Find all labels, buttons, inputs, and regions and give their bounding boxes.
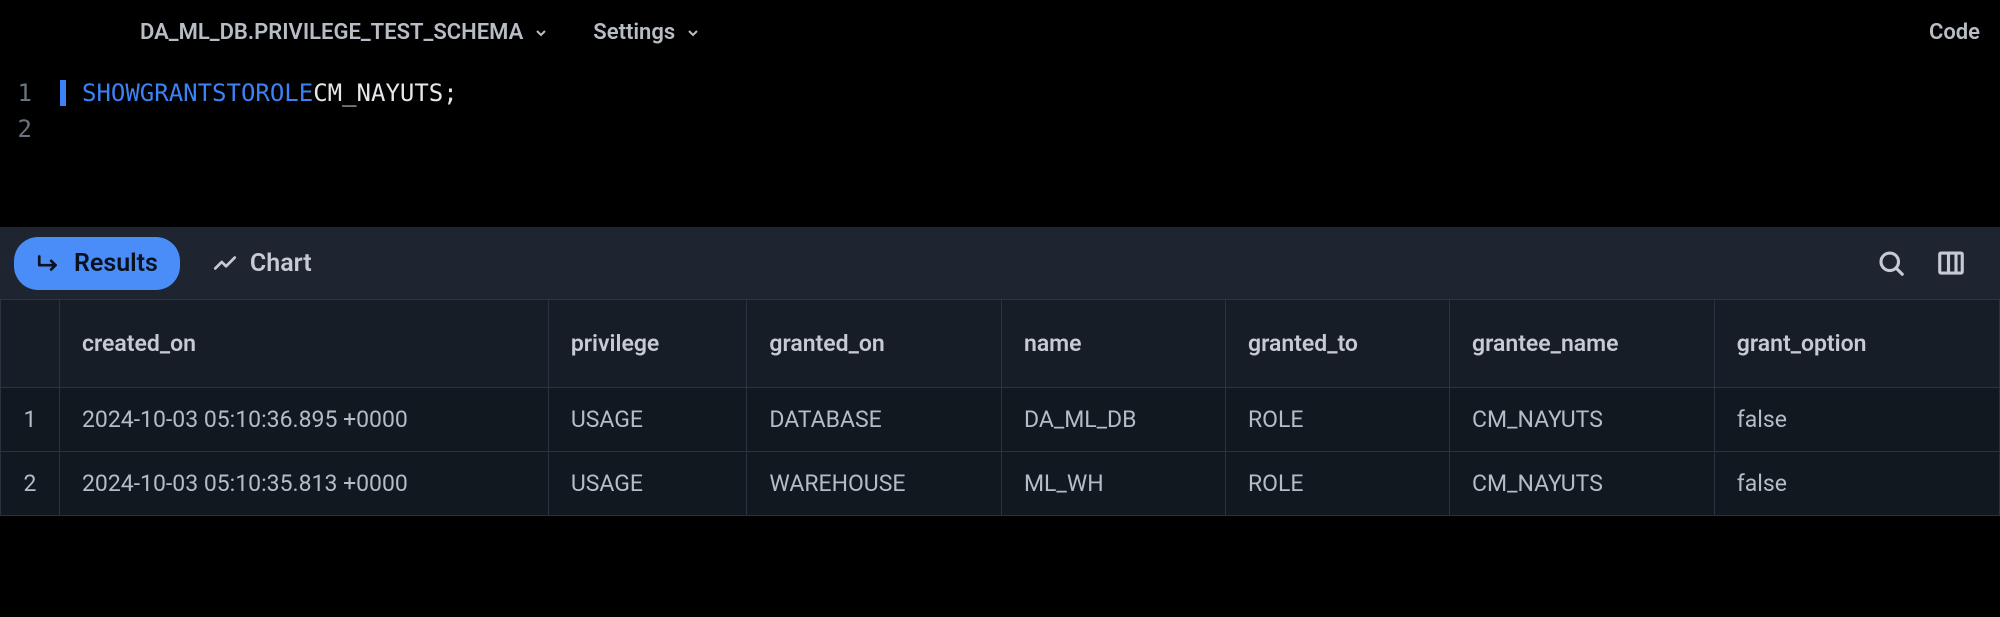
cursor-indicator — [60, 80, 66, 106]
tab-results-label: Results — [74, 249, 158, 278]
results-return-icon — [36, 250, 62, 276]
cell: ROLE — [1226, 452, 1450, 516]
column-header[interactable]: privilege — [548, 300, 747, 388]
chevron-down-icon — [533, 25, 549, 41]
column-header[interactable]: created_on — [60, 300, 549, 388]
cell: DATABASE — [747, 388, 1002, 452]
token: ROLE — [255, 79, 313, 107]
cell: 2024-10-03 05:10:35.813 +0000 — [60, 452, 549, 516]
chevron-down-icon — [685, 25, 701, 41]
column-header[interactable]: grantee_name — [1450, 300, 1715, 388]
editor-line: 2 — [0, 111, 2000, 147]
line-number: 2 — [0, 115, 60, 143]
token: ; — [443, 79, 457, 107]
row-number: 2 — [1, 452, 60, 516]
cell: WAREHOUSE — [747, 452, 1002, 516]
column-header[interactable]: grant_option — [1714, 300, 1999, 388]
context-header: DA_ML_DB.PRIVILEGE_TEST_SCHEMA Settings … — [0, 0, 2000, 65]
code-content: SHOW GRANTS TO ROLE CM_NAYUTS ; — [82, 79, 458, 107]
column-header[interactable]: granted_on — [747, 300, 1002, 388]
column-header[interactable]: name — [1001, 300, 1225, 388]
row-number: 1 — [1, 388, 60, 452]
cell: 2024-10-03 05:10:36.895 +0000 — [60, 388, 549, 452]
results-area: created_on privilege granted_on name gra… — [0, 299, 2000, 516]
results-table: created_on privilege granted_on name gra… — [0, 299, 2000, 516]
cell: CM_NAYUTS — [1450, 452, 1715, 516]
cell: USAGE — [548, 388, 747, 452]
token: GRANTS — [140, 79, 227, 107]
chart-icon — [212, 250, 238, 276]
cell: USAGE — [548, 452, 747, 516]
table-row[interactable]: 2 2024-10-03 05:10:35.813 +0000 USAGE WA… — [1, 452, 2000, 516]
settings-label: Settings — [593, 20, 675, 45]
row-number-header — [1, 300, 60, 388]
token: CM_NAYUTS — [313, 79, 443, 107]
tab-chart-label: Chart — [250, 249, 312, 278]
cell: false — [1714, 452, 1999, 516]
search-icon[interactable] — [1876, 248, 1906, 278]
table-row[interactable]: 1 2024-10-03 05:10:36.895 +0000 USAGE DA… — [1, 388, 2000, 452]
code-label: Code — [1929, 20, 1980, 45]
line-number: 1 — [0, 79, 60, 107]
tab-results[interactable]: Results — [14, 237, 180, 290]
sql-editor[interactable]: 1 SHOW GRANTS TO ROLE CM_NAYUTS ; 2 — [0, 65, 2000, 157]
result-tabs-bar: Results Chart — [0, 227, 2000, 299]
token: SHOW — [82, 79, 140, 107]
editor-line: 1 SHOW GRANTS TO ROLE CM_NAYUTS ; — [0, 75, 2000, 111]
token: TO — [227, 79, 256, 107]
cell: DA_ML_DB — [1001, 388, 1225, 452]
columns-icon[interactable] — [1936, 248, 1966, 278]
cell: ROLE — [1226, 388, 1450, 452]
code-button[interactable]: Code — [1929, 20, 2000, 45]
cell: ML_WH — [1001, 452, 1225, 516]
settings-selector[interactable]: Settings — [593, 20, 701, 45]
cell: false — [1714, 388, 1999, 452]
cell: CM_NAYUTS — [1450, 388, 1715, 452]
table-header-row: created_on privilege granted_on name gra… — [1, 300, 2000, 388]
column-header[interactable]: granted_to — [1226, 300, 1450, 388]
context-selector[interactable]: DA_ML_DB.PRIVILEGE_TEST_SCHEMA — [140, 20, 549, 45]
context-label: DA_ML_DB.PRIVILEGE_TEST_SCHEMA — [140, 20, 523, 45]
tab-chart[interactable]: Chart — [190, 237, 334, 290]
